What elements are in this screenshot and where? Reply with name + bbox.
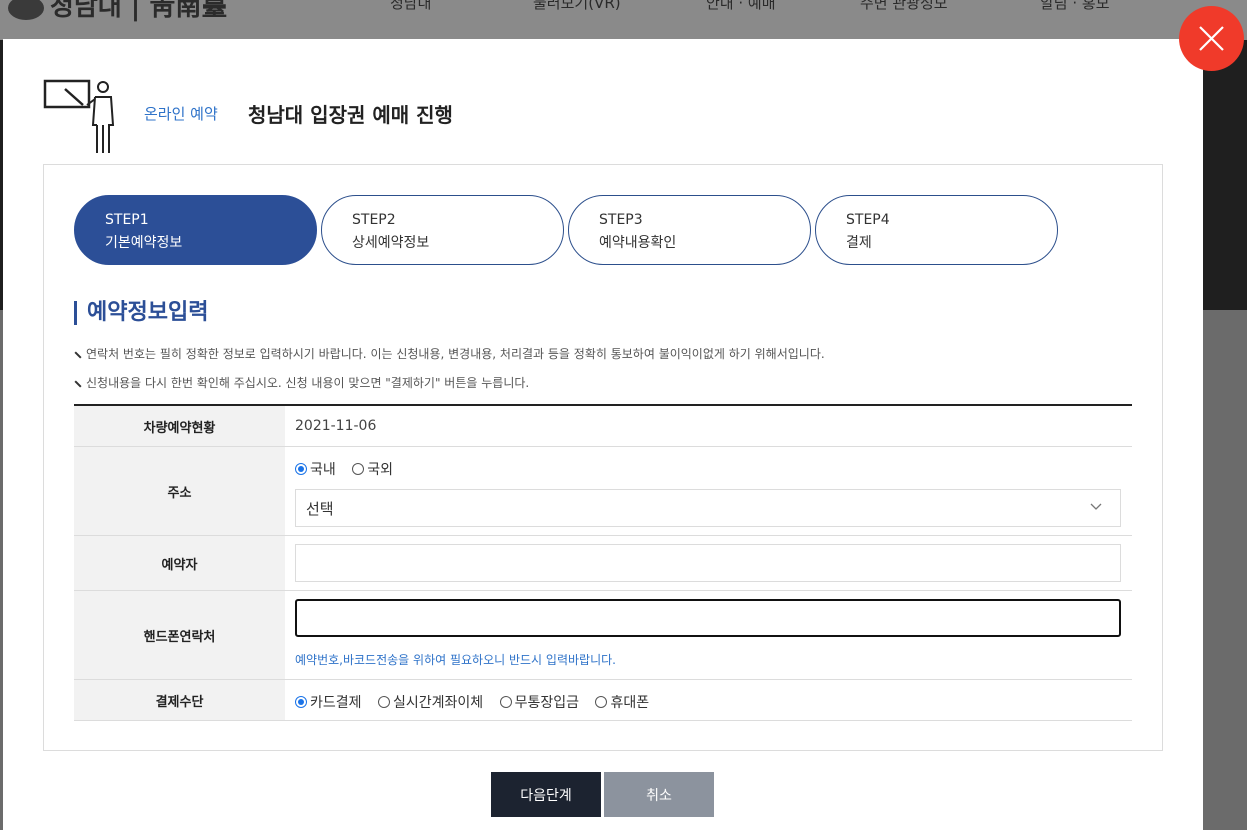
radio-deposit[interactable]: 무통장입금 xyxy=(499,692,579,712)
reservation-form: 차량예약현황 2021-11-06 주소 국내 국외 선택 예약자 핸드폰연락처… xyxy=(74,404,1132,721)
nav-item-tourism[interactable]: 주변 관광정보 xyxy=(860,0,948,13)
site-header: 청남대 | 靑南臺 청남대 둘러보기(VR) 안내 · 예매 주변 관광정보 알… xyxy=(0,0,1247,40)
background-image xyxy=(1203,40,1247,310)
row-vehicle: 차량예약현황 2021-11-06 xyxy=(74,406,1132,447)
presenter-icon xyxy=(43,79,115,153)
nav-item-vr[interactable]: 둘러보기(VR) xyxy=(533,0,621,13)
bullet-icon xyxy=(74,379,82,388)
address-label: 주소 xyxy=(74,447,285,535)
radio-unchecked-icon xyxy=(499,696,512,708)
payment-label: 결제수단 xyxy=(74,680,285,720)
row-reserver: 예약자 xyxy=(74,536,1132,591)
radio-unchecked-icon xyxy=(595,696,608,708)
payment-radio-group: 카드결제 실시간계좌이체 무통장입금 휴대폰 xyxy=(285,680,1132,720)
site-nav: 청남대 둘러보기(VR) 안내 · 예매 주변 관광정보 알림 · 홍보 xyxy=(0,0,1247,12)
step-indicator: STEP1 기본예약정보 STEP2 상세예약정보 STEP3 예약내용확인 S… xyxy=(74,195,1074,265)
notice-line-1: 연락처 번호는 필히 정확한 정보로 입력하시기 바랍니다. 이는 신청내용, … xyxy=(74,345,825,362)
reserver-label: 예약자 xyxy=(74,536,285,590)
row-phone: 핸드폰연락처 예약번호,바코드전송을 위하여 필요하오니 반드시 입력바랍니다. xyxy=(74,591,1132,680)
close-modal-button[interactable] xyxy=(1179,6,1244,71)
step-4[interactable]: STEP4 결제 xyxy=(815,195,1058,265)
nav-item-news[interactable]: 알림 · 홍보 xyxy=(1040,0,1110,13)
address-field: 국내 국외 선택 xyxy=(285,447,1132,535)
notice-line-2: 신청내용을 다시 한번 확인해 주십시오. 신청 내용이 맞으면 "결제하기" … xyxy=(74,374,529,391)
chevron-down-icon xyxy=(1090,503,1102,510)
cancel-button[interactable]: 취소 xyxy=(604,772,714,817)
radio-bank-transfer[interactable]: 실시간계좌이체 xyxy=(377,692,483,712)
next-step-button[interactable]: 다음단계 xyxy=(491,772,601,817)
radio-domestic[interactable]: 국내 xyxy=(295,459,336,479)
nav-item-cheongnamdae[interactable]: 청남대 xyxy=(390,0,431,13)
phone-help-text: 예약번호,바코드전송을 위하여 필요하오니 반드시 입력바랍니다. xyxy=(295,653,616,667)
modal-title: 청남대 입장권 예매 진행 xyxy=(248,103,453,127)
step-2[interactable]: STEP2 상세예약정보 xyxy=(321,195,564,265)
phone-field: 예약번호,바코드전송을 위하여 필요하오니 반드시 입력바랍니다. xyxy=(285,591,1132,679)
step-1[interactable]: STEP1 기본예약정보 xyxy=(74,195,317,265)
radio-checked-icon xyxy=(295,696,307,708)
phone-label: 핸드폰연락처 xyxy=(74,591,285,679)
radio-card[interactable]: 카드결제 xyxy=(295,692,362,712)
phone-input[interactable] xyxy=(295,599,1121,637)
address-select[interactable]: 선택 xyxy=(295,489,1121,527)
row-payment: 결제수단 카드결제 실시간계좌이체 무통장입금 휴대폰 xyxy=(74,680,1132,721)
vehicle-label: 차량예약현황 xyxy=(74,406,285,446)
nav-item-booking[interactable]: 안내 · 예매 xyxy=(706,0,776,13)
close-icon xyxy=(1199,26,1224,51)
radio-checked-icon xyxy=(295,463,307,475)
address-radio-group: 국내 국외 xyxy=(295,459,405,479)
modal-subtitle: 온라인 예약 xyxy=(144,105,218,123)
radio-mobile[interactable]: 휴대폰 xyxy=(595,692,649,712)
radio-unchecked-icon xyxy=(377,696,390,708)
vehicle-value: 2021-11-06 xyxy=(295,418,377,434)
reserver-input[interactable] xyxy=(295,544,1121,582)
bullet-icon xyxy=(74,350,82,359)
reserver-field xyxy=(285,536,1132,590)
radio-overseas[interactable]: 국외 xyxy=(352,459,393,479)
modal-header: 온라인 예약 청남대 입장권 예매 진행 xyxy=(43,75,643,155)
form-container: STEP1 기본예약정보 STEP2 상세예약정보 STEP3 예약내용확인 S… xyxy=(43,164,1163,751)
radio-unchecked-icon xyxy=(352,463,365,475)
row-address: 주소 국내 국외 선택 xyxy=(74,447,1132,536)
reservation-modal: 온라인 예약 청남대 입장권 예매 진행 STEP1 기본예약정보 STEP2 … xyxy=(3,39,1203,830)
step-3[interactable]: STEP3 예약내용확인 xyxy=(568,195,811,265)
section-title: 예약정보입력 xyxy=(74,301,208,325)
